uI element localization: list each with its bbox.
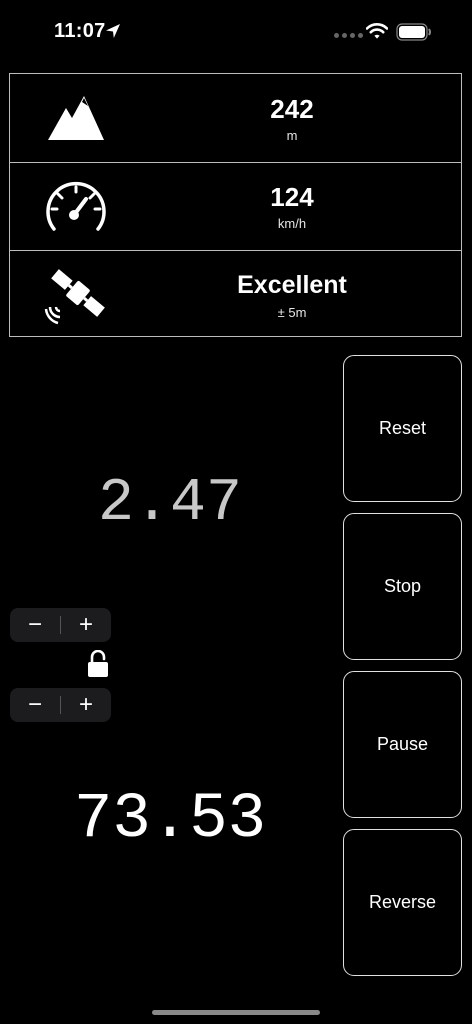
gps-accuracy: ± 5m	[277, 305, 307, 320]
status-time: 11:07	[54, 20, 106, 42]
satellite-icon	[44, 269, 105, 325]
location-arrow-icon	[106, 24, 120, 38]
bottom-readout: 73.53	[73, 784, 267, 856]
unlock-icon[interactable]	[87, 650, 109, 678]
wifi-icon	[366, 23, 388, 39]
speedometer-icon	[46, 182, 106, 231]
speed-row: 124 km/h	[10, 162, 461, 251]
reverse-button[interactable]: Reverse	[343, 829, 462, 976]
signal-dots-icon	[334, 33, 363, 38]
altitude-value: 242	[270, 94, 314, 124]
altitude-unit: m	[286, 128, 298, 143]
pause-button[interactable]: Pause	[343, 671, 462, 818]
gps-row: Excellent ± 5m	[10, 250, 461, 339]
gps-quality: Excellent	[237, 271, 347, 299]
mountain-icon	[48, 96, 104, 140]
speed-value: 124	[270, 182, 314, 212]
bottom-stepper: − +	[10, 688, 111, 722]
top-stepper: − +	[10, 608, 111, 642]
stop-button[interactable]: Stop	[343, 513, 462, 660]
status-bar: 11:07	[0, 0, 472, 64]
top-decrement-button[interactable]: −	[10, 608, 60, 642]
altitude-row: 242 m	[10, 74, 461, 162]
reset-button[interactable]: Reset	[343, 355, 462, 502]
home-indicator[interactable]	[152, 1010, 320, 1015]
top-readout: 2.47	[97, 470, 243, 538]
top-increment-button[interactable]: +	[61, 608, 111, 642]
bottom-increment-button[interactable]: +	[61, 688, 111, 722]
info-panel: 242 m 124 km/h Excellent ± 5m	[9, 73, 462, 337]
battery-icon	[396, 23, 431, 41]
speed-unit: km/h	[277, 216, 307, 231]
bottom-decrement-button[interactable]: −	[10, 688, 60, 722]
